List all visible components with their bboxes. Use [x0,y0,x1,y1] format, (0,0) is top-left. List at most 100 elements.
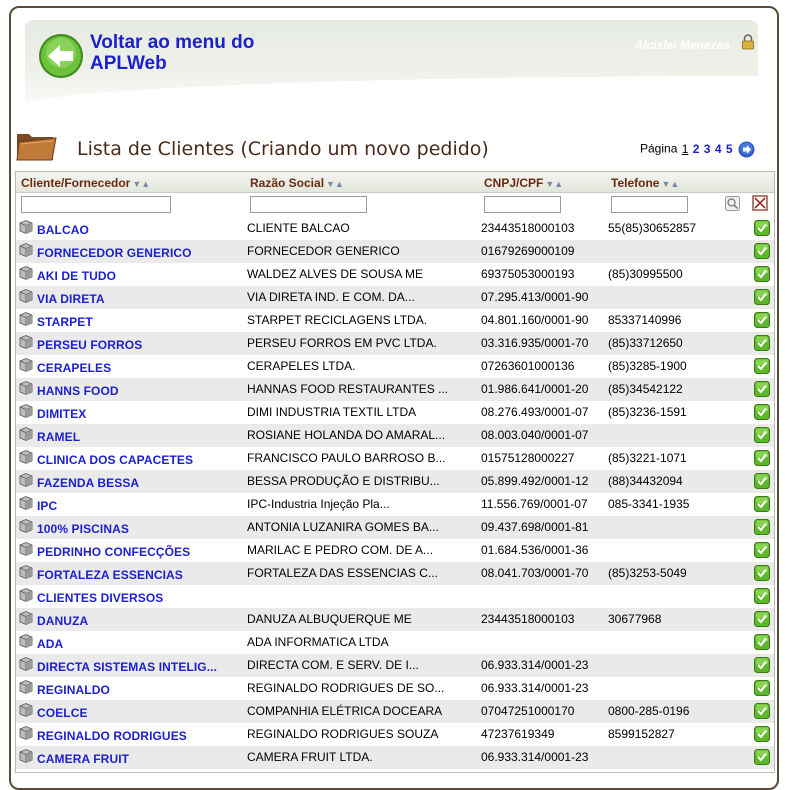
check-icon[interactable] [754,450,770,466]
client-link[interactable]: FAZENDA BESSA [37,476,139,490]
client-link[interactable]: CLINICA DOS CAPACETES [37,453,193,467]
check-icon[interactable] [754,703,770,719]
table-row[interactable]: PERSEU FORROS PERSEU FORROS EM PVC LTDA. 0… [16,332,774,355]
page-title: Lista de Clientes (Criando um novo pedid… [77,138,489,160]
cube-icon [19,220,33,234]
back-to-menu-link[interactable]: Voltar ao menu do APLWeb [90,32,310,74]
check-icon[interactable] [754,726,770,742]
table-row[interactable]: FORNECEDOR GENERICO FORNECEDOR GENERICO 01… [16,240,774,263]
check-icon[interactable] [754,220,770,236]
table-row[interactable]: AKI DE TUDO WALDEZ ALVES DE SOUSA ME 69375… [16,263,774,286]
client-link[interactable]: CERAPELES [37,361,111,375]
table-row[interactable]: REGINALDO REGINALDO RODRIGUES DE SO... 06.… [16,677,774,700]
check-icon[interactable] [754,312,770,328]
table-row[interactable]: DANUZA DANUZA ALBUQUERQUE ME 2344351800010… [16,608,774,631]
page-link-2[interactable]: 2 [693,142,700,156]
page-link-4[interactable]: 4 [715,142,722,156]
check-icon[interactable] [754,289,770,305]
cube-icon [19,749,33,763]
table-row[interactable]: RAMEL ROSIANE HOLANDA DO AMARAL... 08.003.… [16,424,774,447]
razao-social-cell: CAMERA FRUIT LTDA. [247,750,373,764]
client-link[interactable]: HANNS FOOD [37,384,119,398]
next-page-icon[interactable] [738,141,755,158]
table-row[interactable]: DIRECTA SISTEMAS INTELIG... DIRECTA COM. … [16,654,774,677]
sort-header-cnpj[interactable]: CNPJ/CPF ▼▲ [484,176,563,190]
table-row[interactable]: CLINICA DOS CAPACETES FRANCISCO PAULO BAR… [16,447,774,470]
lock-icon[interactable] [741,34,755,50]
cnpj-cell: 23443518000103 [481,221,575,235]
client-link[interactable]: BALCAO [37,223,89,237]
telefone-cell: (85)33712650 [608,336,683,350]
table-row[interactable]: IPC IPC-Industria Injeção Pla... 11.556.76… [16,493,774,516]
check-icon[interactable] [754,427,770,443]
back-arrow-icon[interactable] [38,33,84,79]
table-row[interactable]: REGINALDO RODRIGUES REGINALDO RODRIGUES S… [16,723,774,746]
table-row[interactable]: FAZENDA BESSA BESSA PRODUÇÃO E DISTRIBU..… [16,470,774,493]
page-link-3[interactable]: 3 [704,142,711,156]
table-row[interactable]: CLIENTES DIVERSOS [16,585,774,608]
filter-razao-input[interactable] [250,196,367,213]
table-row[interactable]: BALCAO CLIENTE BALCAO 23443518000103 55(85)… [16,217,774,240]
client-link[interactable]: REGINALDO [37,683,110,697]
client-link[interactable]: AKI DE TUDO [37,269,116,283]
cnpj-cell: 04.801.160/0001-90 [481,313,589,327]
filter-telefone-input[interactable] [611,196,688,213]
sort-header-razao[interactable]: Razão Social ▼▲ [250,176,344,190]
check-icon[interactable] [754,634,770,650]
check-icon[interactable] [754,243,770,259]
client-link[interactable]: FORNECEDOR GENERICO [37,246,192,260]
client-link[interactable]: DANUZA [37,614,88,628]
check-icon[interactable] [754,266,770,282]
check-icon[interactable] [754,473,770,489]
check-icon[interactable] [754,335,770,351]
check-icon[interactable] [754,542,770,558]
check-icon[interactable] [754,588,770,604]
table-row[interactable]: CAMERA FRUIT CAMERA FRUIT LTDA. 06.933.314… [16,746,774,769]
check-icon[interactable] [754,496,770,512]
check-icon[interactable] [754,611,770,627]
filter-cliente-input[interactable] [21,196,171,213]
client-link[interactable]: RAMEL [37,430,80,444]
client-link[interactable]: STARPET [37,315,93,329]
client-link[interactable]: VIA DIRETA [37,292,105,306]
check-icon[interactable] [754,657,770,673]
filter-cnpj-input[interactable] [484,196,561,213]
search-icon[interactable] [725,196,740,211]
razao-social-cell: REGINALDO RODRIGUES DE SO... [247,681,445,695]
client-link[interactable]: DIMITEX [37,407,86,421]
table-row[interactable]: VIA DIRETA VIA DIRETA IND. E COM. DA... 07… [16,286,774,309]
client-link[interactable]: ADA [37,637,63,651]
table-row[interactable]: COELCE COMPANHIA ELÉTRICA DOCEARA 07047251… [16,700,774,723]
client-link[interactable]: FORTALEZA ESSENCIAS [37,568,183,582]
client-link[interactable]: REGINALDO RODRIGUES [37,729,187,743]
check-icon[interactable] [754,749,770,765]
client-link[interactable]: PERSEU FORROS [37,338,142,352]
client-link[interactable]: CLIENTES DIVERSOS [37,591,163,605]
check-icon[interactable] [754,680,770,696]
sort-header-cliente[interactable]: Cliente/Fornecedor ▼▲ [21,176,150,190]
sort-header-telefone[interactable]: Telefone ▼▲ [611,176,679,190]
check-icon[interactable] [754,358,770,374]
table-row[interactable]: HANNS FOOD HANNAS FOOD RESTAURANTES ... 01… [16,378,774,401]
check-icon[interactable] [754,381,770,397]
page-link-5[interactable]: 5 [726,142,733,156]
check-icon[interactable] [754,519,770,535]
page-link-1[interactable]: 1 [682,142,689,156]
clear-filter-icon[interactable] [752,195,768,211]
table-row[interactable]: STARPET STARPET RECICLAGENS LTDA. 04.801.1… [16,309,774,332]
cnpj-cell: 01679269000109 [481,244,575,258]
client-link[interactable]: IPC [37,499,57,513]
table-row[interactable]: ADA ADA INFORMATICA LTDA [16,631,774,654]
client-link[interactable]: DIRECTA SISTEMAS INTELIG... [37,660,217,674]
table-row[interactable]: 100% PISCINAS ANTONIA LUZANIRA GOMES BA..… [16,516,774,539]
table-row[interactable]: FORTALEZA ESSENCIAS FORTALEZA DAS ESSENCI… [16,562,774,585]
client-link[interactable]: PEDRINHO CONFECÇÕES [37,545,190,559]
table-row[interactable]: PEDRINHO CONFECÇÕES MARILAC E PEDRO COM. … [16,539,774,562]
table-row[interactable]: CERAPELES CERAPELES LTDA. 07263601000136 (8… [16,355,774,378]
filter-row [16,193,774,217]
check-icon[interactable] [754,565,770,581]
table-row[interactable]: DIMITEX DIMI INDUSTRIA TEXTIL LTDA 08.276.… [16,401,774,424]
check-icon[interactable] [754,404,770,420]
client-link[interactable]: 100% PISCINAS [37,522,129,536]
client-link[interactable]: COELCE [37,706,88,720]
